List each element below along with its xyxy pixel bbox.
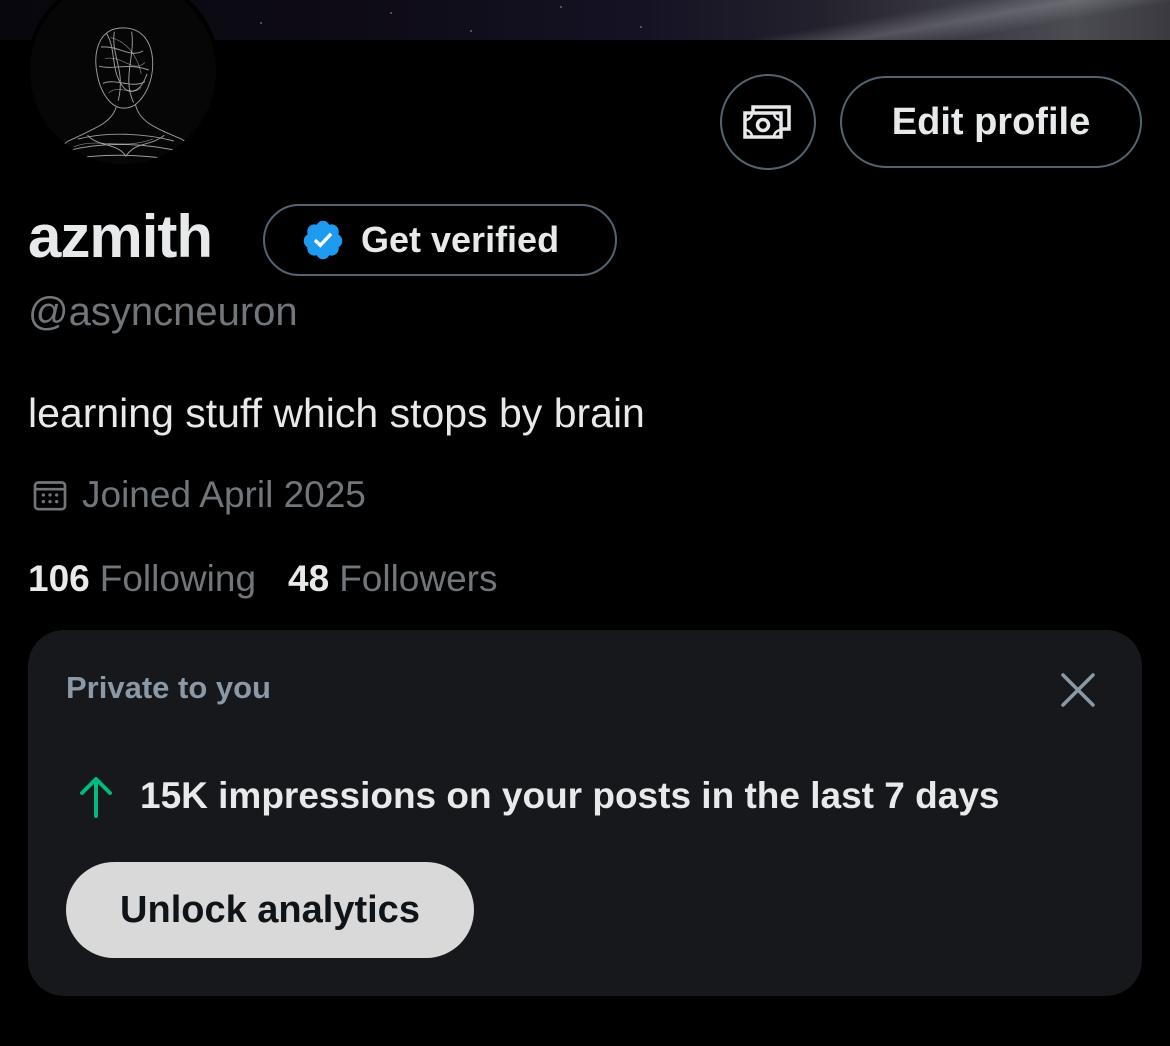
money-icon	[743, 105, 791, 139]
banner-star	[390, 12, 392, 14]
banner-star	[260, 22, 262, 24]
verified-badge-icon	[303, 220, 343, 260]
close-icon[interactable]	[1058, 670, 1098, 710]
banner-star	[560, 6, 562, 8]
follow-stats: 106 Following 48 Followers	[28, 558, 530, 600]
private-analytics-card: Private to you 15K impressions on your p…	[28, 630, 1142, 996]
display-name: azmith	[28, 203, 213, 270]
get-verified-label: Get verified	[361, 219, 560, 260]
edit-profile-button[interactable]: Edit profile	[840, 76, 1142, 168]
following-label: Following	[99, 558, 257, 599]
following-count: 106	[28, 558, 90, 599]
impressions-metric: 15K impressions on your posts in the las…	[76, 774, 999, 818]
joined-date: Joined April 2025	[30, 474, 366, 516]
followers-link[interactable]: 48 Followers	[288, 558, 497, 600]
followers-label: Followers	[339, 558, 498, 599]
joined-text: Joined April 2025	[82, 474, 366, 515]
arrow-up-icon	[80, 777, 112, 818]
banner-light-streak	[690, 0, 1170, 40]
banner-star	[470, 30, 472, 32]
avatar[interactable]	[26, 0, 220, 168]
impressions-text: 15K impressions on your posts in the las…	[140, 775, 1000, 816]
avatar-image	[30, 0, 216, 164]
calendar-icon	[33, 481, 67, 511]
profile-bio: learning stuff which stops by brain	[28, 390, 645, 436]
private-label: Private to you	[66, 670, 271, 705]
profile-page: Edit profile azmith Get verified @asyncn…	[0, 0, 1170, 1046]
user-handle: @asyncneuron	[28, 290, 298, 334]
banner-star	[640, 26, 642, 28]
unlock-analytics-button[interactable]: Unlock analytics	[66, 862, 474, 958]
monetization-button[interactable]	[720, 74, 816, 170]
get-verified-button[interactable]: Get verified	[263, 204, 617, 276]
followers-count: 48	[288, 558, 330, 599]
following-link[interactable]: 106 Following	[28, 558, 256, 600]
